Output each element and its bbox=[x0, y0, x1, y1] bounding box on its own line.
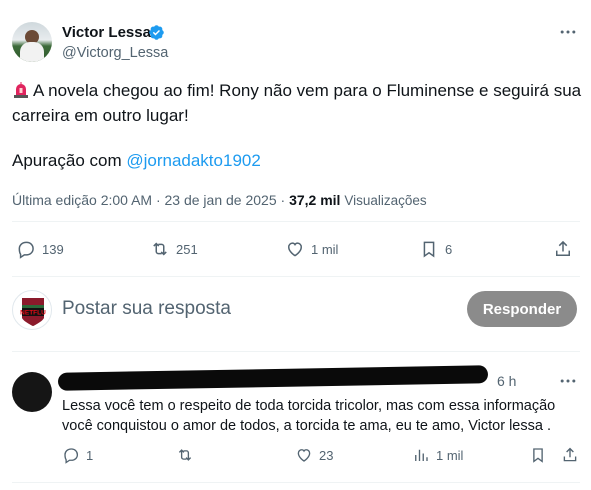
like-icon bbox=[297, 449, 311, 462]
reply-action[interactable]: 139 bbox=[16, 239, 64, 259]
reply-reply-count: 1 bbox=[86, 447, 94, 463]
apuracao-prefix: Apuração com bbox=[12, 151, 127, 170]
reply-views-count: 1 mil bbox=[436, 447, 464, 463]
reply-icon bbox=[64, 448, 79, 464]
repost-icon bbox=[153, 242, 167, 256]
reply-icon bbox=[18, 241, 34, 259]
reply-share-action[interactable] bbox=[561, 446, 579, 464]
like-icon bbox=[287, 242, 303, 257]
repost-count: 251 bbox=[176, 241, 198, 257]
views-label: Visualizações bbox=[344, 193, 427, 208]
reply-reply-action[interactable]: 1 bbox=[62, 446, 93, 464]
views-icon bbox=[415, 449, 428, 461]
repost-action[interactable]: 251 bbox=[150, 239, 198, 259]
reply-like-action[interactable]: 23 bbox=[295, 446, 333, 464]
crest-icon: NETFLU bbox=[20, 298, 46, 326]
siren-icon bbox=[14, 82, 28, 98]
more-icon[interactable] bbox=[558, 22, 578, 42]
author-avatar[interactable] bbox=[12, 22, 52, 62]
responder-button[interactable]: Responder bbox=[467, 291, 577, 327]
divider bbox=[12, 351, 580, 352]
tweet-meta: Última edição 2:00 AM · 23 de jan de 202… bbox=[12, 192, 427, 208]
edited-timestamp[interactable]: Última edição 2:00 AM · 23 de jan de 202… bbox=[12, 192, 289, 208]
divider bbox=[12, 276, 580, 277]
more-icon[interactable] bbox=[558, 371, 578, 391]
divider bbox=[12, 482, 580, 483]
share-action[interactable] bbox=[553, 239, 573, 259]
bookmark-icon bbox=[533, 448, 543, 463]
user-avatar[interactable]: NETFLU bbox=[12, 290, 52, 330]
tweet-text: A novela chegou ao fim! Rony não vem par… bbox=[12, 78, 582, 128]
bookmark-icon bbox=[423, 241, 435, 258]
reply-like-count: 23 bbox=[319, 447, 334, 463]
reply-count: 139 bbox=[42, 241, 64, 257]
reply-bookmark-action[interactable] bbox=[529, 446, 547, 464]
author-handle[interactable]: @Victorg_Lessa bbox=[62, 45, 168, 61]
tweet-apuracao: Apuração com @jornadakto1902 bbox=[12, 151, 261, 171]
share-icon bbox=[563, 447, 577, 462]
views-count: 37,2 mil bbox=[289, 192, 341, 208]
redacted-author bbox=[57, 365, 489, 391]
reply-repost-action[interactable] bbox=[176, 446, 194, 464]
verified-badge-icon bbox=[149, 25, 164, 40]
tweet-main-text: A novela chegou ao fim! Rony não vem par… bbox=[12, 81, 582, 125]
like-count: 1 mil bbox=[311, 241, 339, 257]
bookmark-action[interactable]: 6 bbox=[419, 239, 452, 259]
reply-avatar[interactable] bbox=[12, 372, 52, 412]
share-icon bbox=[556, 240, 570, 256]
reply-views-action[interactable]: 1 mil bbox=[412, 446, 463, 464]
like-action[interactable]: 1 mil bbox=[285, 239, 338, 259]
author-name[interactable]: Victor Lessa bbox=[62, 24, 151, 41]
divider bbox=[12, 221, 580, 222]
bookmark-count: 6 bbox=[445, 241, 453, 257]
repost-icon bbox=[178, 449, 192, 461]
reply-compose-input[interactable]: Postar sua resposta bbox=[62, 298, 231, 320]
reply-text: Lessa você tem o respeito de toda torcid… bbox=[62, 398, 556, 434]
mention-link[interactable]: @jornadakto1902 bbox=[126, 151, 260, 170]
reply-timestamp[interactable]: 6 h bbox=[497, 373, 516, 389]
avatar-body bbox=[20, 42, 44, 62]
svg-text:NETFLU: NETFLU bbox=[20, 310, 46, 317]
